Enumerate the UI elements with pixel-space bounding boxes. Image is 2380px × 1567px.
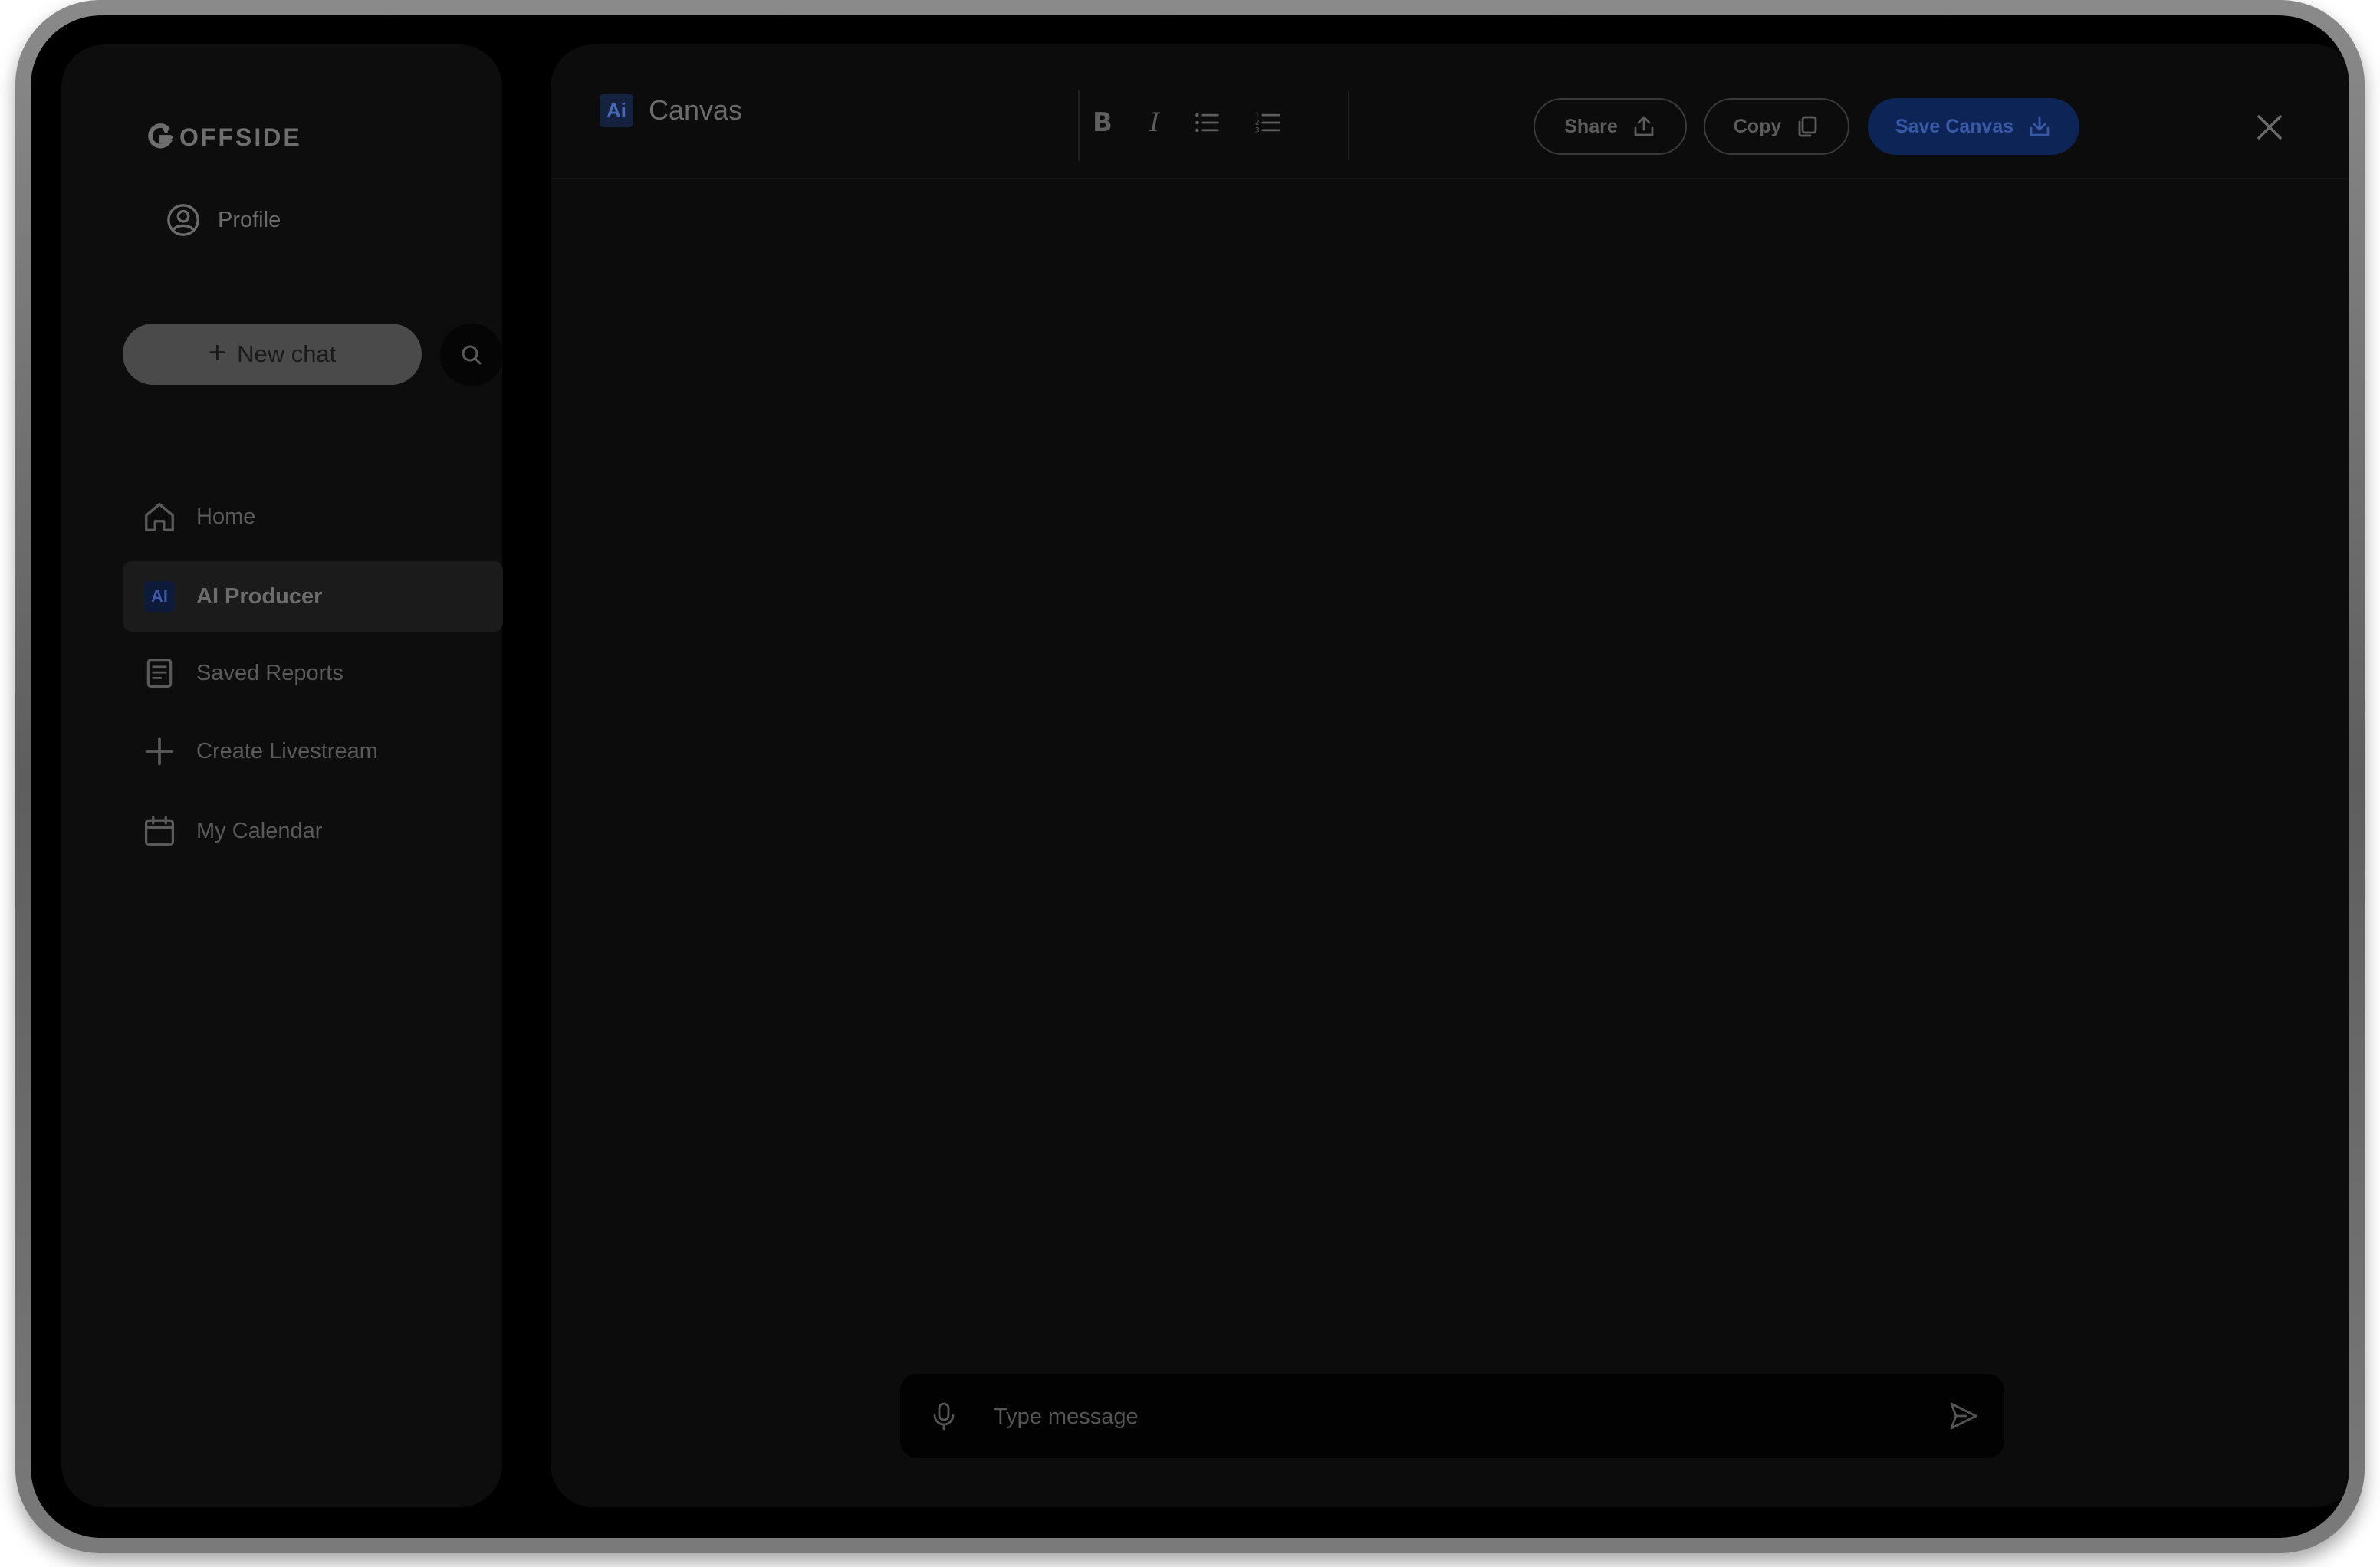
- profile-link[interactable]: Profile: [166, 202, 281, 238]
- bulleted-list-button[interactable]: [1187, 103, 1227, 143]
- ai-badge: AI: [144, 581, 175, 612]
- sidebar-item-my-calendar[interactable]: My Calendar: [123, 796, 503, 866]
- search-button[interactable]: [440, 324, 503, 386]
- ai-icon: Ai: [600, 94, 633, 127]
- profile-label: Profile: [218, 207, 281, 232]
- svg-text:2: 2: [1255, 120, 1260, 127]
- sidebar-item-label: Saved Reports: [196, 660, 344, 685]
- user-circle-icon: [167, 204, 199, 236]
- copy-label: Copy: [1733, 115, 1782, 137]
- save-canvas-label: Save Canvas: [1895, 115, 2014, 137]
- new-chat-button[interactable]: + New chat: [123, 324, 422, 385]
- brand-logo[interactable]: OFFSIDE: [146, 123, 302, 152]
- ai-icon: AI: [141, 578, 178, 615]
- bold-button[interactable]: B: [1083, 103, 1123, 143]
- sidebar-item-label: Create Livestream: [196, 738, 378, 764]
- share-label: Share: [1564, 115, 1618, 137]
- sidebar-item-saved-reports[interactable]: Saved Reports: [123, 638, 503, 708]
- svg-text:1: 1: [1255, 112, 1260, 120]
- microphone-icon[interactable]: [929, 1401, 958, 1431]
- sidebar-item-label: AI Producer: [196, 583, 323, 609]
- numbered-list-button[interactable]: 1 2 3: [1248, 103, 1288, 143]
- home-icon: [141, 498, 178, 535]
- message-composer: [900, 1374, 2004, 1458]
- sidebar: OFFSIDE Profile + New chat Home AI AI Pr…: [61, 44, 503, 1507]
- save-canvas-button[interactable]: Save Canvas: [1868, 98, 2079, 155]
- brand-name: OFFSIDE: [179, 123, 302, 151]
- numbered-list-icon: 1 2 3: [1255, 112, 1280, 135]
- share-button[interactable]: Share: [1534, 98, 1687, 155]
- calendar-icon: [141, 813, 178, 849]
- plus-icon: +: [208, 335, 227, 370]
- bulleted-list-icon: [1195, 113, 1219, 133]
- canvas-title: Ai Canvas: [600, 94, 742, 127]
- search-icon: [462, 345, 482, 365]
- download-icon: [2030, 116, 2050, 136]
- canvas-panel: Ai Canvas B I 1 2 3 Share Copy Save Canv…: [551, 44, 2349, 1507]
- sidebar-item-label: Home: [196, 504, 256, 529]
- canvas-toolbar: Ai Canvas B I 1 2 3 Share Copy Save Canv…: [551, 44, 2349, 179]
- svg-text:3: 3: [1255, 127, 1260, 135]
- copy-icon: [1798, 116, 1817, 137]
- offside-logo-icon: [148, 123, 173, 149]
- screen: OFFSIDE Profile + New chat Home AI AI Pr…: [31, 15, 2349, 1538]
- new-chat-label: New chat: [237, 340, 337, 367]
- close-icon[interactable]: [2254, 112, 2285, 143]
- plus-icon: [141, 733, 178, 770]
- toolbar-divider: [1348, 90, 1349, 161]
- send-icon[interactable]: [1948, 1400, 1980, 1432]
- device-frame: OFFSIDE Profile + New chat Home AI AI Pr…: [15, 0, 2365, 1553]
- sidebar-item-create-livestream[interactable]: Create Livestream: [123, 716, 503, 787]
- sidebar-item-home[interactable]: Home: [123, 481, 503, 552]
- italic-button[interactable]: I: [1135, 103, 1175, 143]
- toolbar-divider: [1078, 90, 1080, 161]
- copy-button[interactable]: Copy: [1704, 98, 1849, 155]
- canvas-title-text: Canvas: [649, 94, 743, 126]
- share-upload-icon: [1634, 116, 1654, 136]
- sidebar-item-ai-producer[interactable]: AI AI Producer: [123, 561, 503, 632]
- message-input[interactable]: [992, 1395, 1897, 1438]
- document-icon: [141, 655, 178, 692]
- sidebar-item-label: My Calendar: [196, 818, 323, 843]
